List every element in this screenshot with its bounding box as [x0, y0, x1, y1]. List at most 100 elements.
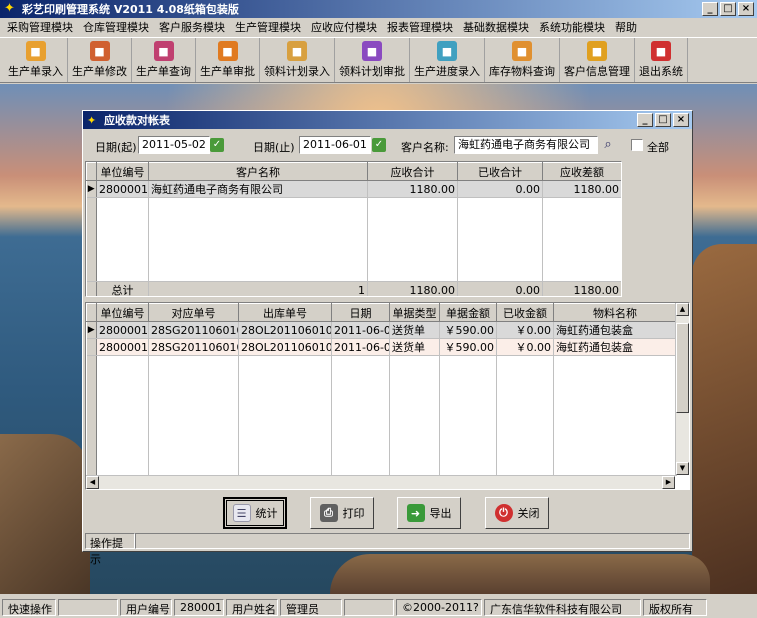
column-header[interactable]: 对应单号 [148, 303, 239, 322]
cell[interactable]: 1180.00 [542, 180, 621, 198]
scroll-left-icon[interactable]: ◀ [86, 476, 99, 489]
column-header[interactable]: 应收差额 [542, 162, 621, 181]
background-rock [0, 434, 90, 594]
cell[interactable]: 28OL201106010003 [238, 338, 332, 356]
total-received: 0.00 [457, 281, 543, 296]
scroll-up-icon[interactable]: ▲ [676, 303, 689, 316]
scroll-right-icon[interactable]: ▶ [662, 476, 675, 489]
cell[interactable]: 海虹药通包装盒 [553, 321, 677, 339]
menu-purchase[interactable]: 采购管理模块 [2, 19, 78, 35]
customer-input[interactable]: 海虹药通电子商务有限公司 [454, 136, 598, 154]
cell[interactable]: 28SG201106010001 [148, 321, 239, 339]
cell[interactable]: 28OL201106010002 [238, 321, 332, 339]
cell[interactable]: 28SG201106010002 [148, 338, 239, 356]
cell[interactable]: 2800001 [96, 338, 149, 356]
close-button[interactable]: × [738, 2, 754, 16]
date-end-input[interactable]: 2011-06-01 [299, 136, 371, 154]
menu-base-data[interactable]: 基础数据模块 [458, 19, 534, 35]
menu-reports[interactable]: 报表管理模块 [382, 19, 458, 35]
toolbar-button-label: 生产单审批 [200, 65, 255, 78]
cell[interactable]: 海虹药通电子商务有限公司 [148, 180, 368, 198]
scroll-down-icon[interactable]: ▼ [676, 462, 689, 475]
menu-system[interactable]: 系统功能模块 [534, 19, 610, 35]
menu-receivables[interactable]: 应收应付模块 [306, 19, 382, 35]
toolbar-button-doc-edit[interactable]: ■ 生产单修改 [68, 38, 132, 82]
cell[interactable]: ￥590.00 [439, 338, 497, 356]
dialog-maximize-button[interactable]: □ [655, 113, 671, 127]
cell[interactable]: 0.00 [457, 180, 543, 198]
customer-label: 客户名称: [401, 141, 449, 154]
table-row[interactable]: ▶ 2800001 28SG201106010001 28OL201106010… [86, 321, 677, 339]
date-end-picker-icon[interactable]: ✓ [372, 138, 386, 152]
toolbar-button-label: 生产进度录入 [414, 65, 480, 78]
menu-production[interactable]: 生产管理模块 [230, 19, 306, 35]
toolbar-button-material-plan[interactable]: ■ 领料计划录入 [260, 38, 335, 82]
cell[interactable]: 2011-06-01 [331, 321, 390, 339]
table-row[interactable]: 2800001 28SG201106010002 28OL20110601000… [86, 338, 677, 356]
scroll-thumb[interactable] [676, 323, 689, 413]
copyright-text: ©2000-2011? [396, 598, 482, 616]
user-name-value: 管理员 [280, 598, 342, 616]
toolbar-button-customer[interactable]: ■ 客户信息管理 [560, 38, 635, 82]
all-checkbox[interactable] [631, 139, 643, 151]
toolbar-button-inventory[interactable]: ■ 库存物料查询 [485, 38, 560, 82]
quick-action-label[interactable]: 快速操作 [2, 598, 56, 616]
menu-help[interactable]: 帮助 [610, 19, 642, 35]
dialog-close-button[interactable]: × [673, 113, 689, 127]
user-no-label: 用户编号 [120, 598, 172, 616]
cell[interactable]: ￥0.00 [496, 338, 554, 356]
power-icon: ⏻ [494, 504, 513, 522]
date-start-picker-icon[interactable]: ✓ [210, 138, 224, 152]
column-header[interactable]: 出库单号 [238, 303, 332, 322]
dialog-title-bar: ✦ 应收款对帐表 _ □ × [83, 111, 692, 129]
dialog-status-bar: 操作提示 [85, 533, 690, 566]
vertical-scrollbar[interactable]: ▲ ▼ [675, 303, 689, 475]
minimize-button[interactable]: _ [702, 2, 718, 16]
maximize-button[interactable]: □ [720, 2, 736, 16]
company-name: 广东信华软件科技有限公司 [484, 598, 641, 616]
column-header[interactable]: 日期 [331, 303, 390, 322]
dialog-logo-icon: ✦ [87, 113, 97, 127]
cell[interactable]: ￥0.00 [496, 321, 554, 339]
cell[interactable]: 海虹药通包装盒 [553, 338, 677, 356]
cell[interactable]: 送货单 [389, 321, 440, 339]
toolbar-button-material-approve[interactable]: ■ 领料计划审批 [335, 38, 410, 82]
search-icon[interactable]: ⌕ [599, 137, 617, 153]
column-header[interactable]: 单位编号 [96, 303, 149, 322]
stats-button[interactable]: ☰ 统计 [223, 497, 287, 529]
column-header[interactable]: 应收合计 [367, 162, 458, 181]
toolbar-button-doc-approve[interactable]: ■ 生产单审批 [196, 38, 260, 82]
cell[interactable]: 2800001 [96, 180, 149, 198]
menu-customer-service[interactable]: 客户服务模块 [154, 19, 230, 35]
column-header[interactable]: 已收合计 [457, 162, 543, 181]
total-label: 总计 [96, 281, 149, 296]
toolbar-button-doc-search[interactable]: ■ 生产单查询 [132, 38, 196, 82]
toolbar-button-doc-add[interactable]: ■ 生产单录入 [4, 38, 68, 82]
toolbar-button-exit[interactable]: ■ 退出系统 [635, 38, 688, 82]
close-dialog-button[interactable]: ⏻ 关闭 [485, 497, 549, 529]
date-start-input[interactable]: 2011-05-02 [138, 136, 210, 154]
horizontal-scrollbar[interactable]: ◀ ▶ [86, 475, 675, 489]
column-header[interactable]: 单据金额 [439, 303, 497, 322]
menu-warehouse[interactable]: 仓库管理模块 [78, 19, 154, 35]
rights-text: 版权所有 [643, 598, 707, 616]
export-button[interactable]: ➜ 导出 [397, 497, 461, 529]
table-row[interactable]: ▶ 2800001 海虹药通电子商务有限公司 1180.00 0.00 1180… [86, 180, 621, 198]
cell[interactable]: 1180.00 [367, 180, 458, 198]
toolbar-button-progress[interactable]: ■ 生产进度录入 [410, 38, 485, 82]
column-header[interactable]: 已收金额 [496, 303, 554, 322]
column-header[interactable]: 物料名称 [553, 303, 677, 322]
cell[interactable]: ￥590.00 [439, 321, 497, 339]
operation-hint: 操作提示 [85, 533, 135, 566]
user-no-value: 280001 [174, 598, 224, 616]
app-title-bar: ✦ 彩艺印刷管理系统 V2011 4.08纸箱包装版 _ □ × [0, 0, 757, 18]
cell[interactable]: 2800001 [96, 321, 149, 339]
export-button-label: 导出 [429, 507, 452, 520]
column-header[interactable]: 单位编号 [96, 162, 149, 181]
column-header[interactable]: 单据类型 [389, 303, 440, 322]
print-button[interactable]: ⎙ 打印 [310, 497, 374, 529]
dialog-minimize-button[interactable]: _ [637, 113, 653, 127]
column-header[interactable]: 客户名称 [148, 162, 368, 181]
cell[interactable]: 2011-06-01 [331, 338, 390, 356]
cell[interactable]: 送货单 [389, 338, 440, 356]
